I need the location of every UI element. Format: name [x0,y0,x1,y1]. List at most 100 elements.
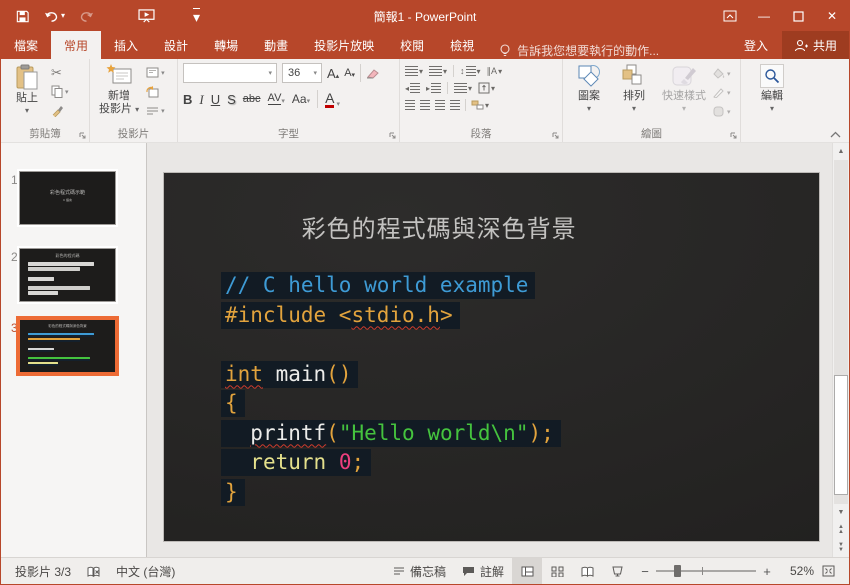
strikethrough-button[interactable]: abc [243,93,261,105]
layout-button[interactable]: ▾ [146,65,165,80]
text-direction-button[interactable]: ∥A ▾ [487,66,503,77]
format-painter-button[interactable] [51,103,69,118]
clipboard-group-label: 剪貼簿 [29,128,61,140]
scrollbar-thumb[interactable] [834,375,848,495]
language-indicator[interactable]: 中文 (台灣) [108,558,183,584]
sign-in-button[interactable]: 登入 [730,31,782,59]
thumbnail-slide-2[interactable]: 2 彩色的程式碼 [1,246,118,304]
minimize-button[interactable]: — [747,1,781,31]
line-spacing-button[interactable]: ↕ ▾ [460,65,481,77]
scrollbar-track[interactable] [834,160,848,504]
spell-check-button[interactable] [79,558,108,584]
share-button[interactable]: 共用 [781,31,849,59]
maximize-button[interactable] [781,1,815,31]
cut-button[interactable]: ✂ [51,65,69,80]
zoom-slider[interactable] [656,565,756,577]
comment-icon [462,566,474,576]
font-size-combo[interactable]: 36 ▾ [282,63,322,83]
arrange-button[interactable]: 排列 ▾ [613,62,655,125]
italic-button[interactable]: I [199,93,203,106]
tab-insert[interactable]: 插入 [101,31,151,59]
scroll-up-icon[interactable]: ▲ [833,143,849,160]
tab-view[interactable]: 檢視 [437,31,487,59]
tab-animations[interactable]: 動畫 [251,31,301,59]
decrease-indent-button[interactable]: ◂ [405,82,421,94]
shapes-button[interactable]: 圖案 ▾ [568,62,610,125]
thumbnail-image[interactable]: 彩色的程式碼與深色背景 [16,316,119,376]
paste-dropdown-icon[interactable]: ▾ [25,106,29,115]
bullets-button[interactable]: ▾ [405,65,423,77]
ribbon-display-options-icon[interactable] [713,1,747,31]
undo-dropdown-icon[interactable]: ▾ [61,12,65,20]
previous-slide-button[interactable]: ▲ ▲ [833,521,849,539]
notes-button[interactable]: 備忘稿 [385,558,454,584]
increase-indent-button[interactable]: ▸ [426,82,442,94]
align-center-button[interactable] [420,99,430,111]
editing-button[interactable]: 編輯 ▾ [751,62,793,125]
underline-button[interactable]: U [211,93,220,106]
increase-font-size-button[interactable]: A ▴ [327,67,339,80]
vertical-scrollbar[interactable]: ▲ ▼ ▲ ▲ ▼ ▼ [832,143,849,557]
normal-view-button[interactable] [512,558,542,584]
scroll-down-icon[interactable]: ▼ [833,504,849,521]
slide-code[interactable]: // C hello world example #include <stdio.… [221,272,561,509]
text-shadow-button[interactable]: S [227,93,236,106]
font-dialog-launcher[interactable] [389,132,397,140]
character-spacing-button[interactable]: AV ▾ [267,93,285,105]
slide-position-indicator[interactable]: 投影片 3/3 [7,558,79,584]
tab-review[interactable]: 校閱 [387,31,437,59]
close-button[interactable]: ✕ [815,1,849,31]
slide-editor-canvas[interactable]: 彩色的程式碼與深色背景 // C hello world example #inc… [147,143,832,557]
collapse-ribbon-button[interactable] [830,131,841,138]
convert-to-smartart-button[interactable]: ▾ [471,99,489,111]
clipboard-dialog-launcher[interactable] [79,132,87,140]
copy-button[interactable]: ▾ [51,84,69,99]
slide-show-view-button[interactable] [602,558,632,584]
thumb1-subtitle: C 語言 [62,198,72,202]
slide-title[interactable]: 彩色的程式碼與深色背景 [164,209,714,244]
tab-design[interactable]: 設計 [151,31,201,59]
justify-button[interactable] [450,99,460,111]
slide-sorter-view-button[interactable] [542,558,572,584]
tab-file[interactable]: 檔案 [1,31,51,59]
numbering-button[interactable]: ▾ [429,65,447,77]
zoom-percentage[interactable]: 52% [780,564,814,578]
align-text-button[interactable]: ▾ [478,82,495,94]
save-icon[interactable] [15,9,30,24]
paint-bucket-icon [713,68,725,79]
change-case-button[interactable]: Aa ▾ [292,93,310,105]
thumbnail-image[interactable]: 彩色的程式碼 [17,246,118,304]
decrease-font-size-button[interactable]: A ▾ [344,67,355,79]
font-color-button[interactable]: A ▾ [325,91,340,108]
fit-slide-to-window-button[interactable] [814,558,843,584]
bold-button[interactable]: B [183,93,192,106]
zoom-out-button[interactable]: − [640,564,650,579]
reset-slide-button[interactable] [146,84,165,99]
tab-transitions[interactable]: 轉場 [201,31,251,59]
align-right-button[interactable] [435,99,445,111]
drawing-dialog-launcher[interactable] [730,132,738,140]
zoom-in-button[interactable]: + [762,564,772,579]
customize-qat-icon[interactable]: ▾ [193,8,201,24]
new-slide-button[interactable]: 新增 投影片 ▾ [95,62,143,125]
columns-button[interactable]: ▾ [454,82,472,94]
tab-slideshow[interactable]: 投影片放映 [301,31,387,59]
comments-button[interactable]: 註解 [454,558,512,584]
tell-me-box[interactable]: 告訴我您想要執行的動作... [487,42,671,59]
paragraph-dialog-launcher[interactable] [552,132,560,140]
clear-formatting-button[interactable] [366,67,379,79]
start-slideshow-button[interactable] [138,9,155,23]
thumbnail-slide-3-selected[interactable]: 3 彩色的程式碼與深色背景 [1,316,119,376]
thumbnail-slide-1[interactable]: 1 彩色程式碼示範 C 語言 [1,169,118,227]
align-left-button[interactable] [405,99,415,111]
section-button[interactable]: ▾ [146,103,165,118]
thumbnail-image[interactable]: 彩色程式碼示範 C 語言 [17,169,118,227]
zoom-slider-thumb[interactable] [674,565,681,577]
reading-view-button[interactable] [572,558,602,584]
undo-button[interactable]: ▾ [44,10,65,23]
slide[interactable]: 彩色的程式碼與深色背景 // C hello world example #inc… [164,173,819,541]
font-name-combo[interactable]: ▾ [183,63,277,83]
paste-button[interactable]: 貼上 ▾ [6,62,48,125]
tab-home[interactable]: 常用 [51,31,102,59]
next-slide-button[interactable]: ▼ ▼ [833,539,849,557]
